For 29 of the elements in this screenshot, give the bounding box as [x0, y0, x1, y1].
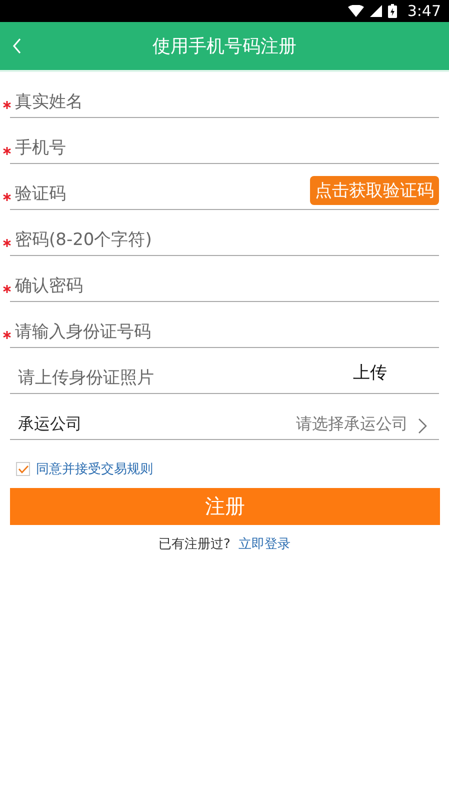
input-placeholder: 验证码 — [15, 183, 66, 205]
input-field[interactable]: 确认密码 — [0, 256, 439, 302]
back-icon[interactable] — [12, 38, 22, 54]
signal-icon — [370, 5, 382, 17]
battery-icon — [388, 4, 398, 18]
input-placeholder: 请上传身份证照片 — [18, 367, 154, 389]
agreement-link[interactable]: 同意并接受交易规则 — [36, 460, 153, 478]
input-placeholder: 请输入身份证号码 — [15, 321, 151, 343]
input-placeholder: 确认密码 — [15, 275, 83, 297]
input-field[interactable]: 请输入身份证号码 — [0, 302, 439, 348]
input-placeholder: 真实姓名 — [15, 91, 83, 113]
field-label: 承运公司 — [18, 414, 82, 435]
agree-checkbox[interactable] — [16, 462, 30, 476]
wifi-icon — [348, 5, 364, 17]
status-time: 3:47 — [407, 2, 441, 20]
input-field[interactable]: 手机号 — [0, 118, 439, 164]
input-field[interactable]: 请上传身份证照片 上传 — [0, 348, 439, 394]
login-prompt: 已有注册过? — [158, 537, 230, 552]
login-link[interactable]: 立即登录 — [238, 537, 291, 552]
input-placeholder: 手机号 — [15, 137, 66, 159]
upload-button[interactable]: 上传 — [353, 361, 387, 384]
input-field[interactable]: 真实姓名 — [0, 72, 439, 118]
input-field[interactable]: 验证码 点击获取验证码 — [0, 164, 439, 210]
input-field[interactable]: 密码(8-20个字符) — [0, 210, 439, 256]
select-placeholder[interactable]: 请选择承运公司 — [296, 414, 408, 435]
select-field[interactable]: 承运公司 请选择承运公司 — [0, 394, 439, 440]
input-placeholder: 密码(8-20个字符) — [15, 229, 152, 251]
page-title: 使用手机号码注册 — [152, 35, 296, 58]
chevron-right-icon — [418, 418, 427, 434]
